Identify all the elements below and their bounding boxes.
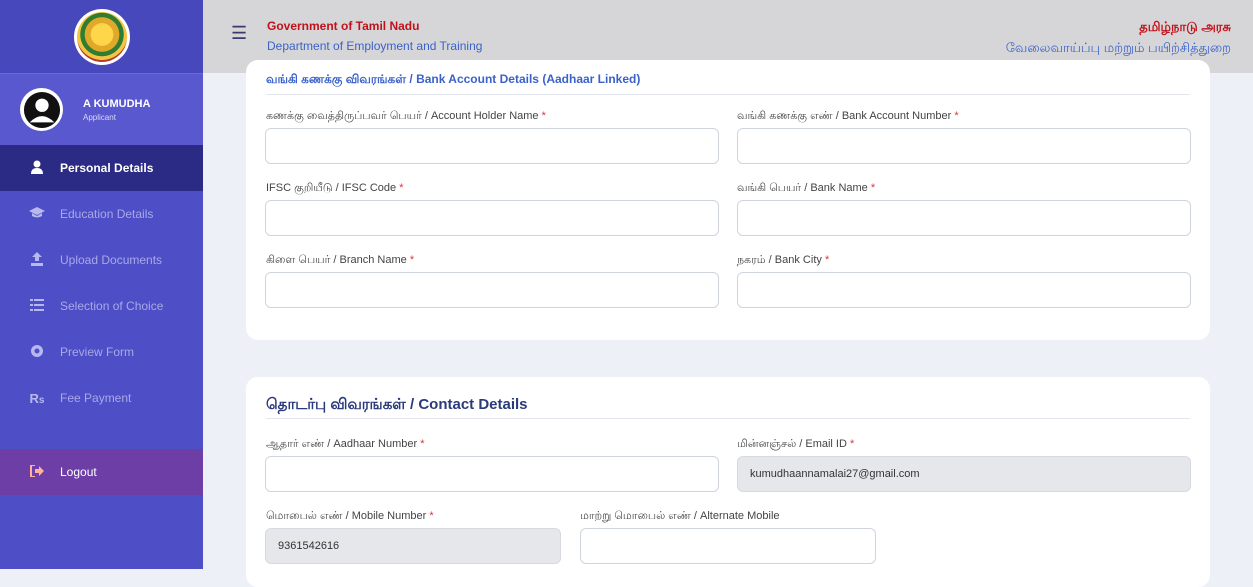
graduation-cap-icon [28, 206, 46, 222]
ifsc-code-label: IFSC குறியீடு / IFSC Code * [266, 182, 404, 194]
sidebar-item-preview-form[interactable]: Preview Form [0, 329, 203, 375]
branch-name-label: கிளை பெயர் / Branch Name * [266, 254, 415, 266]
aadhaar-number-input[interactable] [265, 456, 719, 492]
header-gov-english: Government of Tamil Nadu [267, 19, 420, 33]
bank-city-label: நகரம் / Bank City * [737, 254, 830, 266]
bank-name-input[interactable] [737, 200, 1191, 236]
bank-city-input[interactable] [737, 272, 1191, 308]
contact-section-title: தொடர்பு விவரங்கள் / Contact Details [266, 396, 528, 413]
header-dept-english: Department of Employment and Training [267, 39, 483, 53]
hamburger-menu-icon[interactable]: ☰ [231, 23, 247, 44]
rupee-icon: Rs [29, 390, 45, 406]
list-icon [28, 298, 46, 314]
contact-details-card: தொடர்பு விவரங்கள் / Contact Details ஆதார… [246, 377, 1210, 587]
sidebar-item-selection-of-choice[interactable]: Selection of Choice [0, 283, 203, 329]
tamil-nadu-emblem-logo [73, 8, 130, 65]
sidebar-item-fee-payment[interactable]: Rs Fee Payment [0, 375, 203, 421]
header-dept-tamil: வேலைவாய்ப்பு மற்றும் பயிற்சித்துறை [1005, 40, 1231, 55]
sidebar-item-label: Fee Payment [60, 391, 132, 405]
profile-role: Applicant [83, 112, 116, 122]
logout-label: Logout [60, 465, 97, 479]
user-avatar-icon [23, 91, 60, 128]
mobile-number-label: மொபைல் எண் / Mobile Number * [266, 510, 434, 522]
profile-block: A KUMUDHA Applicant [0, 73, 203, 145]
sidebar-item-upload-documents[interactable]: Upload Documents [0, 237, 203, 283]
bank-section-title: வங்கி கணக்கு விவரங்கள் / Bank Account De… [266, 72, 641, 86]
sidebar-item-label: Upload Documents [60, 253, 163, 267]
logout-button[interactable]: Logout [0, 449, 203, 495]
avatar [20, 88, 63, 131]
upload-icon [28, 251, 46, 269]
email-label: மின்னஞ்சல் / Email ID * [737, 438, 855, 450]
email-field[interactable]: kumudhaannamalai27@gmail.com [737, 456, 1191, 492]
account-holder-label: கணக்கு வைத்திருப்பவர் பெயர் / Account Ho… [266, 110, 546, 122]
bank-name-label: வங்கி பெயர் / Bank Name * [737, 182, 876, 194]
alternate-mobile-label: மாற்று மொபைல் எண் / Alternate Mobile [580, 510, 780, 522]
logo-area [0, 0, 203, 73]
sidebar-item-label: Preview Form [60, 345, 135, 359]
mobile-number-field[interactable]: 9361542616 [265, 528, 561, 564]
user-icon [28, 160, 46, 177]
aadhaar-number-label: ஆதார் எண் / Aadhaar Number * [266, 438, 425, 450]
header-gov-tamil: தமிழ்நாடு அரசு [1139, 19, 1231, 34]
account-holder-input[interactable] [265, 128, 719, 164]
sidebar-item-personal-details[interactable]: Personal Details [0, 145, 203, 191]
sign-out-icon [28, 464, 46, 480]
eye-icon [28, 344, 46, 360]
sidebar: A KUMUDHA Applicant Personal Details Edu… [0, 0, 203, 569]
bank-account-number-input[interactable] [737, 128, 1191, 164]
sidebar-item-label: Personal Details [60, 161, 154, 175]
branch-name-input[interactable] [265, 272, 719, 308]
sidebar-item-label: Selection of Choice [60, 299, 164, 313]
sidebar-item-label: Education Details [60, 207, 154, 221]
alternate-mobile-input[interactable] [580, 528, 876, 564]
profile-name: A KUMUDHA [83, 97, 151, 110]
ifsc-code-input[interactable] [265, 200, 719, 236]
bank-details-card: வங்கி கணக்கு விவரங்கள் / Bank Account De… [246, 60, 1210, 340]
sidebar-item-education-details[interactable]: Education Details [0, 191, 203, 237]
bank-account-number-label: வங்கி கணக்கு எண் / Bank Account Number * [737, 110, 959, 122]
